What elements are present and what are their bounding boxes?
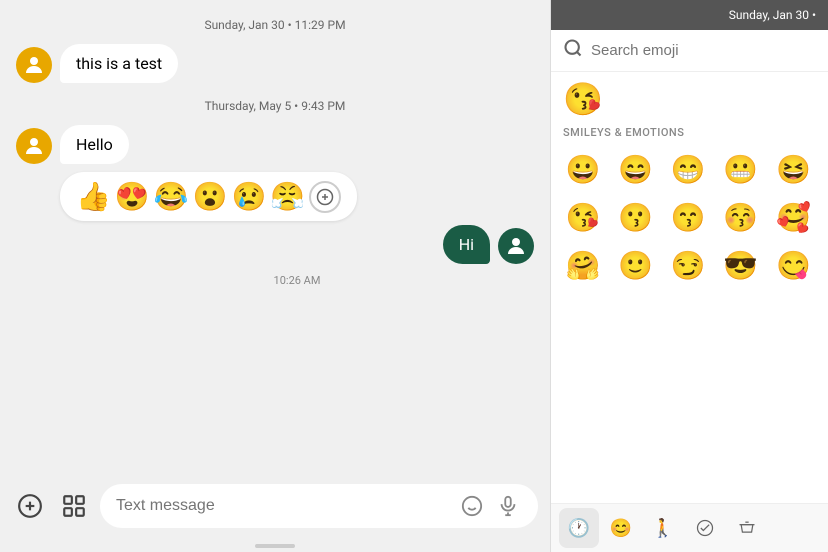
emoji-😙[interactable]: 😙 [664,193,712,241]
reaction-6[interactable]: 😤 [270,180,305,213]
message-row-3: Hi [16,225,534,264]
emoji-reactions: 👍 😍 😂 😮 😢 😤 [60,172,357,221]
message-row-2: Hello [16,125,534,164]
message-time-3: 10:26 AM [60,274,534,287]
reaction-3[interactable]: 😂 [154,180,189,213]
emoji-😀[interactable]: 😀 [559,145,607,193]
mic-button[interactable] [494,492,522,520]
text-input[interactable] [116,497,450,515]
chat-input-area [0,476,550,544]
avatar-1 [16,47,52,83]
search-icon [563,38,583,63]
category-people[interactable]: 🚶 [643,508,683,548]
emoji-grid-row1: 😀 😄 😁 😬 😆 [551,145,828,193]
add-reaction-button[interactable] [309,181,341,213]
emoji-categories: 🕐 😊 🚶 [551,503,828,552]
emoji-😎[interactable]: 😎 [717,241,765,289]
reaction-4[interactable]: 😮 [193,180,228,213]
emoji-grid-row2: 😘 😗 😙 😚 🥰 [551,193,828,241]
scroll-indicator [255,544,295,548]
bubble-2: Hello [60,125,129,164]
emoji-😁[interactable]: 😁 [664,145,712,193]
emoji-grid-row3: 🤗 🙂 😏 😎 😋 [551,241,828,289]
recent-emoji: 😘 [551,72,828,122]
date-divider-2: Thursday, May 5 • 9:43 PM [16,99,534,113]
category-smileys[interactable]: 😊 [601,508,641,548]
chat-panel: Sunday, Jan 30 • 11:29 PM this is a test… [0,0,550,552]
bubble-1: this is a test [60,44,178,83]
chat-messages: Sunday, Jan 30 • 11:29 PM this is a test… [0,0,550,476]
bubble-3: Hi [443,225,490,264]
category-activities[interactable] [685,508,725,548]
reaction-5[interactable]: 😢 [232,180,267,213]
emoji-😄[interactable]: 😄 [612,145,660,193]
emoji-😘[interactable]: 😘 [559,193,607,241]
date-divider-1: Sunday, Jan 30 • 11:29 PM [16,18,534,32]
attachment-button[interactable] [56,488,92,524]
emoji-😋[interactable]: 😋 [769,241,817,289]
emoji-button[interactable] [458,492,486,520]
emoji-🤗[interactable]: 🤗 [559,241,607,289]
emoji-😏[interactable]: 😏 [664,241,712,289]
emoji-😬[interactable]: 😬 [717,145,765,193]
emoji-search-input[interactable] [591,42,816,59]
reaction-1[interactable]: 👍 [76,180,111,213]
message-row-1: this is a test [16,44,534,83]
emoji-search-bar[interactable] [551,30,828,72]
reaction-2[interactable]: 😍 [115,180,150,213]
emoji-😚[interactable]: 😚 [717,193,765,241]
add-button[interactable] [12,488,48,524]
avatar-2 [16,128,52,164]
emoji-🙂[interactable]: 🙂 [612,241,660,289]
emoji-panel-header: Sunday, Jan 30 • [551,0,828,30]
emoji-😆[interactable]: 😆 [769,145,817,193]
avatar-3 [498,228,534,264]
emoji-panel: Sunday, Jan 30 • 😘 SMILEYS & EMOTIONS 😀 … [550,0,828,552]
emoji-😊[interactable]: 🥰 [769,193,817,241]
emoji-panel-date: Sunday, Jan 30 • [729,8,816,22]
text-input-wrapper[interactable] [100,484,538,528]
emoji-😗[interactable]: 😗 [612,193,660,241]
category-objects[interactable] [727,508,767,548]
emoji-section-label: SMILEYS & EMOTIONS [551,122,828,145]
category-recent[interactable]: 🕐 [559,508,599,548]
